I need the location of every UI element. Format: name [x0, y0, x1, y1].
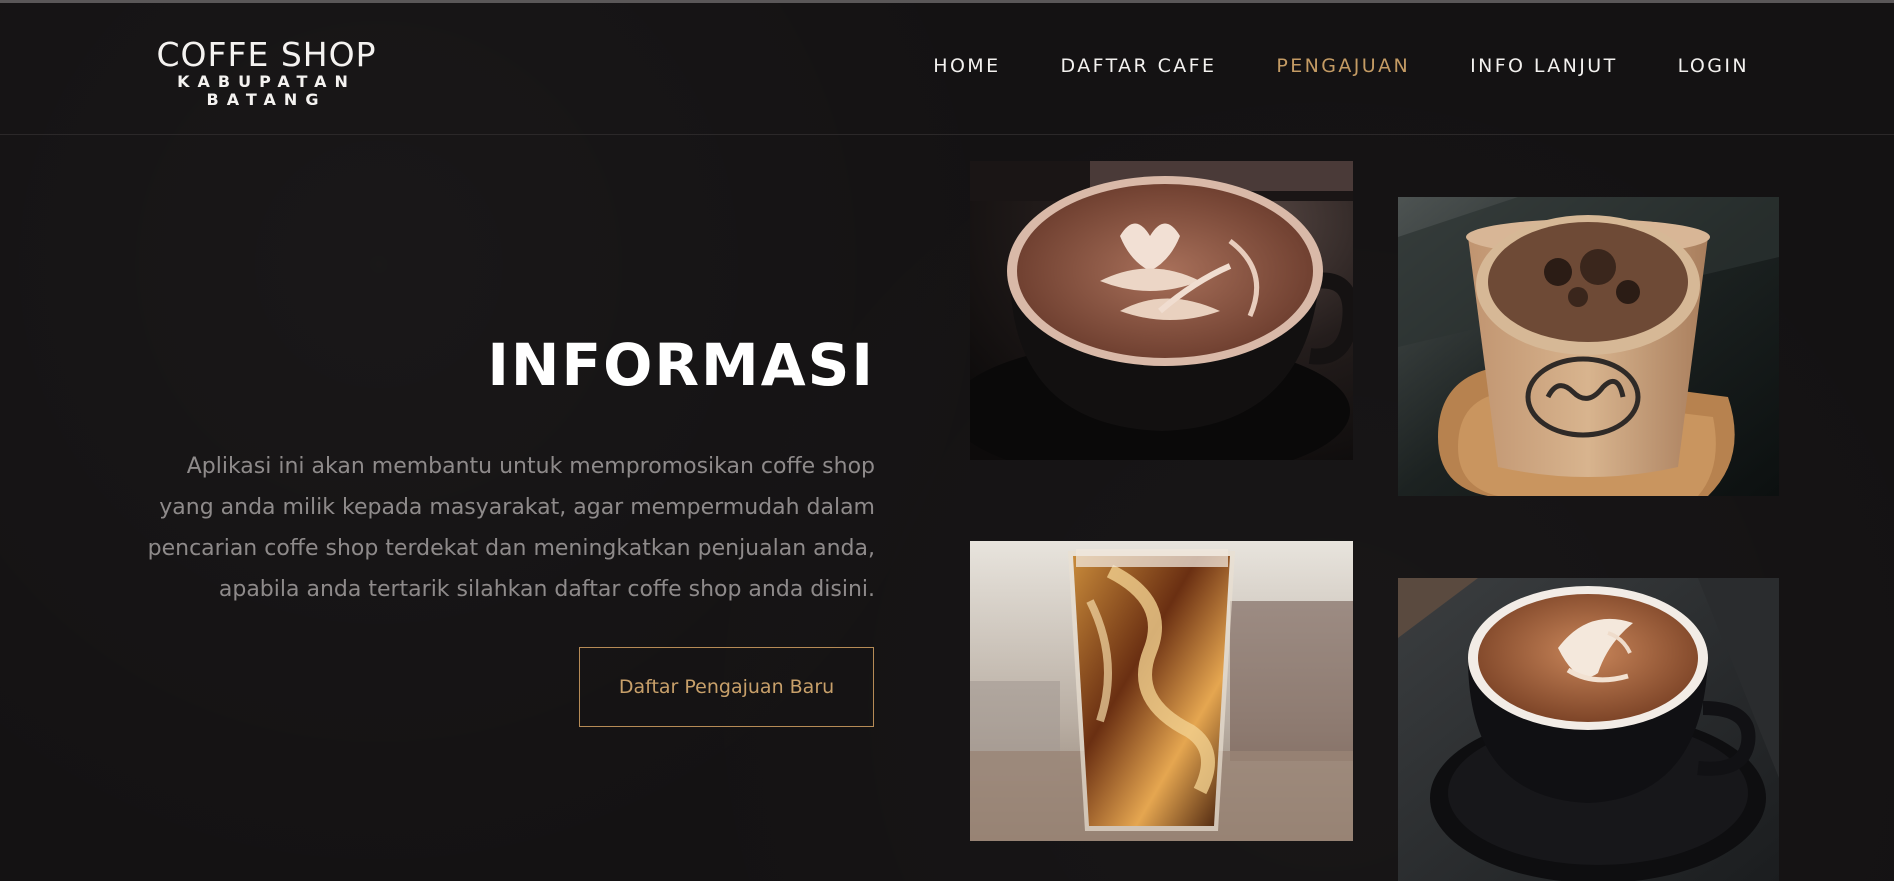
iced-coffee-glass-image: [970, 541, 1353, 841]
description-line: apabila anda tertarik silahkan daftar co…: [218, 577, 875, 602]
description-line: yang anda milik kepada masyarakat, agar …: [159, 495, 875, 520]
brand-subtitle: KABUPATAN BATANG: [177, 72, 356, 109]
brand-title: COFFE SHOP: [156, 35, 377, 74]
hero-section: INFORMASI Aplikasi ini akan membantu unt…: [110, 330, 875, 610]
daftar-pengajuan-baru-button[interactable]: Daftar Pengajuan Baru: [579, 647, 874, 727]
page-title: INFORMASI: [487, 331, 875, 399]
nav-item-login[interactable]: LOGIN: [1678, 55, 1749, 77]
cappuccino-cup-image: [1398, 578, 1779, 881]
nav-item-home[interactable]: HOME: [933, 55, 1000, 77]
paper-cup-coffee-image: [1398, 197, 1779, 496]
nav-item-pengajuan[interactable]: PENGAJUAN: [1276, 55, 1410, 77]
description-line: Aplikasi ini akan membantu untuk memprom…: [186, 454, 875, 479]
nav-item-info-lanjut[interactable]: INFO LANJUT: [1470, 55, 1618, 77]
latte-art-cup-image: [970, 161, 1353, 460]
nav-item-daftar-cafe[interactable]: DAFTAR CAFE: [1061, 55, 1217, 77]
brand-logo[interactable]: COFFE SHOP KABUPATAN BATANG: [114, 35, 419, 109]
description-line: pencarian coffe shop terdekat dan mening…: [147, 536, 875, 561]
main-nav: HOME DAFTAR CAFE PENGAJUAN INFO LANJUT L…: [873, 55, 1749, 77]
site-header: COFFE SHOP KABUPATAN BATANG HOME DAFTAR …: [0, 3, 1894, 135]
hero-description: Aplikasi ini akan membantu untuk memprom…: [110, 446, 875, 610]
